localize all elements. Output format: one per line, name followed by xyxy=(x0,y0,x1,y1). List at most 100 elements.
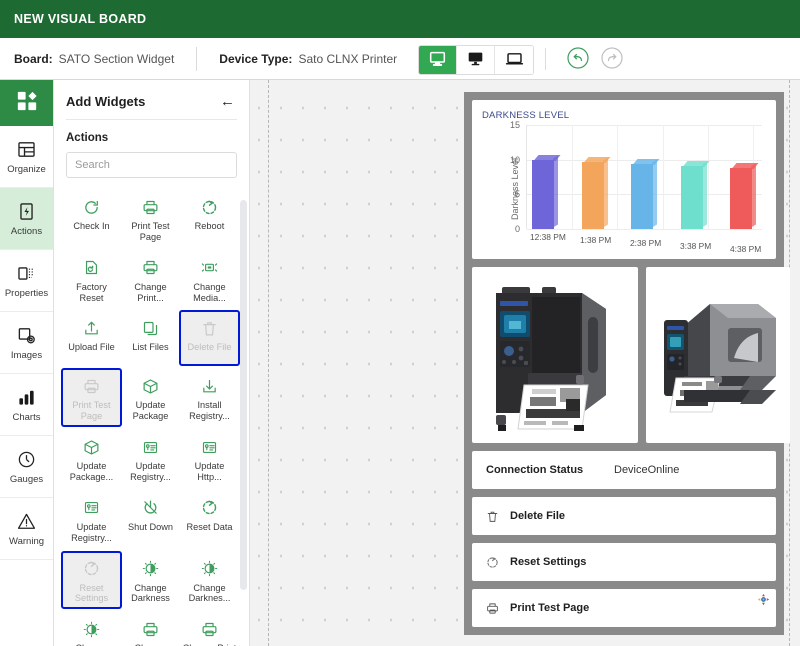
widget-item-print-test-page[interactable]: Print Test Page xyxy=(121,190,180,247)
toolbar-divider-2 xyxy=(545,48,546,70)
widget-item-reset-settings[interactable]: Reset Settings xyxy=(61,550,122,610)
darkness-icon xyxy=(201,558,218,580)
reboot-dashed-icon xyxy=(201,196,218,218)
app-body: Organize Actions Properties Images Chart xyxy=(0,80,800,646)
chart-bar xyxy=(532,154,561,229)
widget-item-label: Change Darknes... xyxy=(188,582,231,604)
widgets-scroll-area[interactable]: Check In Print Test Page Reboot Factory Res… xyxy=(54,188,249,646)
sato-section-widget[interactable]: DARKNESS LEVEL Darkness Level 0 5 10 15 12:… xyxy=(464,92,790,635)
widget-item-update-registry[interactable]: Update Registry... xyxy=(121,430,180,487)
widget-item-upload-file[interactable]: Upload File xyxy=(62,311,121,365)
sato-printer-side-image[interactable] xyxy=(646,267,790,443)
widget-item-change-print-mode[interactable]: Change Print Mode xyxy=(180,612,239,646)
darkness-icon xyxy=(83,618,100,640)
delete-file-action-row[interactable]: Delete File xyxy=(472,497,776,535)
redo-button[interactable] xyxy=(599,46,625,72)
widget-item-print-test-page[interactable]: Print Test Page xyxy=(61,368,122,428)
widget-item-reboot[interactable]: Reboot xyxy=(180,190,239,247)
reset-settings-action-row[interactable]: Reset Settings xyxy=(472,543,776,581)
connection-status-row[interactable]: Connection Status DeviceOnline xyxy=(472,451,776,489)
printer-icon xyxy=(486,602,506,615)
chart-y-tick: 10 xyxy=(509,154,520,165)
widget-item-change-media[interactable]: Change Media... xyxy=(180,251,239,308)
upload-icon xyxy=(83,317,100,339)
widget-item-label: Reset Settings xyxy=(74,582,109,604)
device-view-switcher xyxy=(418,45,534,75)
laptop-view-button[interactable] xyxy=(495,46,533,74)
device-type-value: Sato CLNX Printer xyxy=(298,51,398,66)
widget-item-list-files[interactable]: List Files xyxy=(121,311,180,365)
monitor-icon xyxy=(467,51,484,70)
move-handle-icon[interactable] xyxy=(757,593,770,609)
sidebar-item-organize[interactable]: Organize xyxy=(0,126,53,188)
chart-plot xyxy=(526,125,762,230)
chart-bar xyxy=(631,158,660,229)
widget-item-label: Change Media... xyxy=(193,281,226,303)
files-icon xyxy=(142,317,159,339)
printer-icon xyxy=(142,618,159,640)
monitor-view-button[interactable] xyxy=(457,46,495,74)
widget-item-change-darknes[interactable]: Change Darknes... xyxy=(180,552,239,609)
widget-item-update-http[interactable]: Update Http... xyxy=(180,430,239,487)
chart-title: DARKNESS LEVEL xyxy=(482,110,570,121)
undo-button[interactable] xyxy=(565,46,591,72)
sidebar-item-label: Properties xyxy=(4,288,49,299)
widget-item-change-darknes[interactable]: Change Darknes... xyxy=(62,612,121,646)
chart-x-tick-label: 4:38 PM xyxy=(730,244,762,254)
widget-item-update-package[interactable]: Update Package xyxy=(121,369,180,426)
widget-item-shut-down[interactable]: Shut Down xyxy=(121,491,180,548)
left-icon-rail: Organize Actions Properties Images Chart xyxy=(0,80,54,646)
printer-icon xyxy=(142,196,159,218)
device-type-label: Device Type: xyxy=(219,51,293,66)
widget-item-update-package[interactable]: Update Package... xyxy=(62,430,121,487)
media-icon xyxy=(201,257,218,279)
chart-x-tick-labels: 12:38 PM 1:38 PM 2:38 PM 3:38 PM 4:38 PM xyxy=(526,229,766,254)
sidebar-item-warning[interactable]: Warning xyxy=(0,498,53,560)
page-title: NEW VISUAL BOARD xyxy=(14,12,147,26)
board-canvas[interactable]: DARKNESS LEVEL Darkness Level 0 5 10 15 12:… xyxy=(250,80,800,646)
widget-item-change-darkness[interactable]: Change Darkness xyxy=(121,552,180,609)
panel-scrollbar[interactable] xyxy=(240,200,247,590)
chart-y-tick: 5 xyxy=(514,189,520,200)
device-type-meta: Device Type: Sato CLNX Printer xyxy=(219,52,397,66)
widget-item-label: Reset Data xyxy=(186,521,233,532)
widget-item-check-in[interactable]: Check In xyxy=(62,190,121,247)
connection-status-value: DeviceOnline xyxy=(614,464,680,476)
arrow-left-icon[interactable]: ← xyxy=(220,94,235,109)
widget-item-change-auto[interactable]: Change Auto-... xyxy=(121,612,180,646)
sidebar-item-gauges[interactable]: Gauges xyxy=(0,436,53,498)
widgets-logo-button[interactable] xyxy=(0,80,53,126)
sato-printer-front-image[interactable] xyxy=(472,267,638,443)
properties-icon xyxy=(17,262,36,284)
widget-item-update-registry[interactable]: Update Registry... xyxy=(62,491,121,548)
panel-title: Add Widgets xyxy=(66,94,146,109)
widget-item-label: Update Package xyxy=(132,400,169,422)
desktop-view-button[interactable] xyxy=(419,46,457,74)
sidebar-item-actions[interactable]: Actions xyxy=(0,188,53,250)
sidebar-item-label: Actions xyxy=(10,226,43,237)
chart-x-tick-label: 3:38 PM xyxy=(680,241,712,251)
widget-item-label: Update Http... xyxy=(194,461,225,483)
board-label: Board: xyxy=(14,51,53,66)
widget-item-label: Print Test Page xyxy=(131,221,170,242)
widget-item-label: Factory Reset xyxy=(76,281,107,303)
desktop-icon xyxy=(429,51,446,70)
chart-bar xyxy=(680,160,710,229)
sidebar-item-charts[interactable]: Charts xyxy=(0,374,53,436)
widget-item-reset-data[interactable]: Reset Data xyxy=(180,491,239,548)
sidebar-item-properties[interactable]: Properties xyxy=(0,250,53,312)
sidebar-item-images[interactable]: Images xyxy=(0,312,53,374)
widget-grid: Check In Print Test Page Reboot Factory Res… xyxy=(54,188,249,646)
widget-item-install-registry[interactable]: Install Registry... xyxy=(180,369,239,426)
printer-images-row xyxy=(472,267,790,443)
chart-bar xyxy=(581,156,611,229)
print-test-page-action-row[interactable]: Print Test Page xyxy=(472,589,776,627)
organize-icon xyxy=(17,138,36,160)
widget-item-change-print[interactable]: Change Print... xyxy=(121,251,180,308)
widget-item-delete-file[interactable]: Delete File xyxy=(179,310,240,367)
darkness-level-chart-card[interactable]: DARKNESS LEVEL Darkness Level 0 5 10 15 12:… xyxy=(472,100,776,259)
widget-item-label: Shut Down xyxy=(128,521,173,532)
widget-item-factory-reset[interactable]: Factory Reset xyxy=(62,251,121,308)
search-input[interactable] xyxy=(66,152,237,178)
board-toolbar: Board: SATO Section Widget Device Type: … xyxy=(0,38,800,80)
